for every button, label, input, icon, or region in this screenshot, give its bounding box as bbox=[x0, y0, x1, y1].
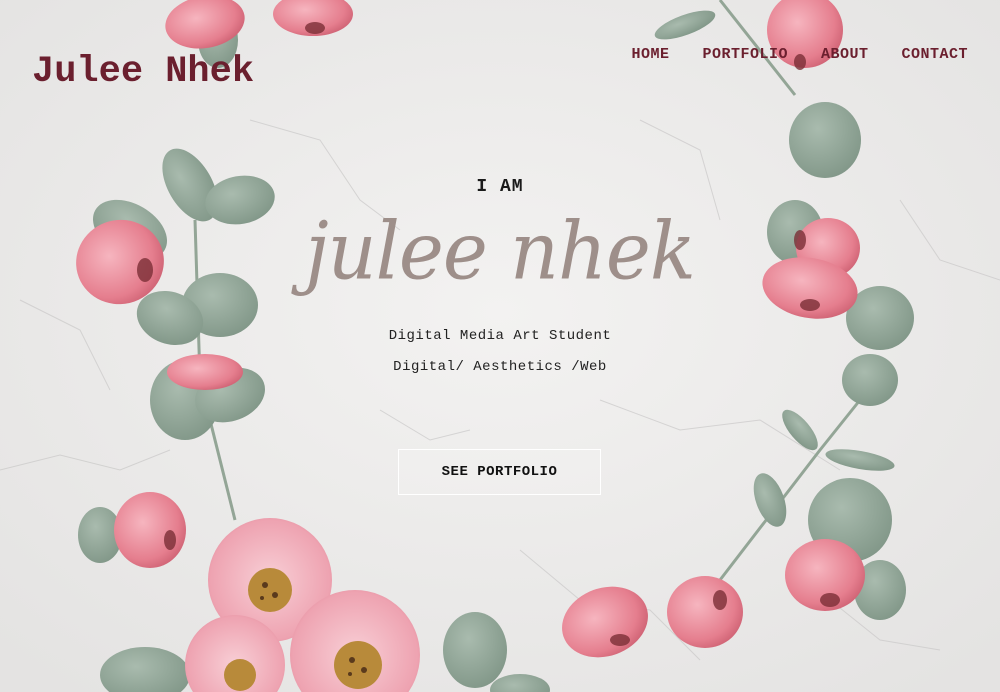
floral-background-image bbox=[0, 0, 1000, 692]
site-logo[interactable]: Julee Nhek bbox=[32, 54, 254, 91]
hero-intro: I AM bbox=[476, 177, 524, 197]
main-nav: HOME PORTFOLIO ABOUT CONTACT bbox=[631, 46, 968, 63]
nav-about[interactable]: ABOUT bbox=[821, 46, 869, 63]
nav-home[interactable]: HOME bbox=[631, 46, 669, 63]
hero-tags: Digital/ Aesthetics /Web bbox=[393, 359, 607, 375]
see-portfolio-button[interactable]: SEE PORTFOLIO bbox=[398, 449, 601, 495]
nav-contact[interactable]: CONTACT bbox=[901, 46, 968, 63]
hero-script-name: julee nhek bbox=[305, 203, 696, 298]
hero-subtitle: Digital Media Art Student bbox=[388, 328, 612, 344]
nav-portfolio[interactable]: PORTFOLIO bbox=[702, 46, 788, 63]
